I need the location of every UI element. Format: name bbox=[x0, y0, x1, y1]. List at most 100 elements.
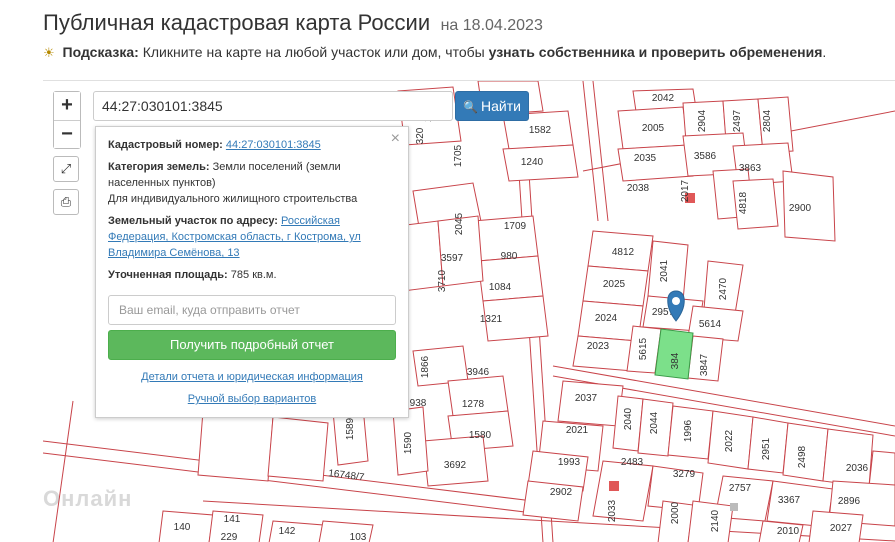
email-field[interactable] bbox=[108, 295, 396, 325]
parcel-number-label: 2025 bbox=[603, 279, 626, 290]
parcel-number-label: 2023 bbox=[587, 341, 610, 352]
parcel-number-label: 1590 bbox=[403, 431, 414, 454]
cadastral-search-input[interactable] bbox=[93, 91, 453, 121]
parcel-number-label: 2900 bbox=[789, 203, 812, 214]
parcel-number-label: 3946 bbox=[467, 367, 490, 378]
parcel-info-popup: × Кадастровый номер: 44:27:030101:3845 К… bbox=[95, 126, 409, 418]
parcel-number-label: 141 bbox=[224, 514, 241, 525]
parcel-number-label: 2010 bbox=[777, 526, 800, 537]
parcel-number-label: 938 bbox=[410, 398, 427, 409]
parcel-number-label: 2483 bbox=[621, 457, 644, 468]
hint-bold-text: узнать собственника и проверить обремене… bbox=[488, 44, 823, 60]
manual-selection-link[interactable]: Ручной выбор вариантов bbox=[188, 393, 316, 405]
parcel-number-label: 2902 bbox=[550, 487, 573, 498]
parcel-number-label: 1084 bbox=[489, 282, 512, 293]
parcel-number-label: 2140 bbox=[710, 509, 721, 532]
parcel-number-label: 1278 bbox=[462, 399, 485, 410]
building-marker bbox=[609, 481, 619, 491]
hint-label: Подсказка: bbox=[62, 44, 139, 60]
parcel-number-label: 3279 bbox=[673, 469, 696, 480]
road-label: 16748/7 bbox=[328, 468, 366, 483]
cadastral-number-link[interactable]: 44:27:030101:3845 bbox=[226, 139, 321, 151]
parcel[interactable] bbox=[268, 520, 324, 542]
parcel[interactable] bbox=[477, 255, 544, 302]
parcel[interactable] bbox=[267, 416, 329, 482]
close-icon[interactable]: × bbox=[391, 131, 400, 147]
parcel[interactable] bbox=[822, 428, 874, 488]
parcel-number-label: 1589 bbox=[345, 417, 356, 440]
parcel-number-label: 1709 bbox=[504, 221, 527, 232]
parcel-number-label: 2017 bbox=[680, 179, 691, 202]
parcel-number-label: 1993 bbox=[558, 457, 581, 468]
parcel-number-label: 3863 bbox=[739, 163, 762, 174]
printer-icon: ⎙ bbox=[60, 194, 72, 209]
area-label: Уточненная площадь: bbox=[108, 269, 228, 281]
report-details-link[interactable]: Детали отчета и юридическая информация bbox=[141, 371, 363, 383]
search-button-label: Найти bbox=[481, 98, 521, 114]
parcel-number-label: 2033 bbox=[607, 499, 618, 522]
details-link-row: Детали отчета и юридическая информация bbox=[108, 369, 396, 385]
expand-icon: ⤢ bbox=[60, 161, 72, 176]
cadastral-map[interactable]: 1659130032017051582124020422904249728042… bbox=[43, 80, 895, 542]
lightbulb-icon: ☀ bbox=[43, 45, 55, 60]
parcel[interactable] bbox=[447, 375, 509, 417]
search-button[interactable]: 🔍 Найти bbox=[455, 91, 529, 121]
parcel-number-label: 2041 bbox=[659, 259, 670, 282]
parcel-number-label: 2022 bbox=[724, 429, 735, 452]
zoom-controls: + − bbox=[53, 91, 81, 149]
parcel-number-label: 2024 bbox=[595, 313, 618, 324]
parcel-number-label: 2904 bbox=[697, 109, 708, 132]
parcel-number-label: 2035 bbox=[634, 153, 657, 164]
get-report-button[interactable]: Получить подробный отчет bbox=[108, 330, 396, 360]
parcel-number-label: 1582 bbox=[529, 125, 552, 136]
parcel-number-label: 4812 bbox=[612, 247, 635, 258]
fullscreen-button[interactable]: ⤢ bbox=[53, 156, 79, 182]
parcel-number-label: 103 bbox=[350, 532, 367, 542]
parcel-number-label: 980 bbox=[501, 251, 518, 262]
parcel-number-label: 2042 bbox=[652, 93, 675, 104]
hint-line: ☀ Подсказка: Кликните на карте на любой … bbox=[43, 44, 826, 61]
address-label: Земельный участок по адресу: bbox=[108, 215, 278, 227]
area-row: Уточненная площадь: 785 кв.м. bbox=[108, 267, 396, 283]
parcel-number-label: 1580 bbox=[469, 430, 492, 441]
parcel-number-label: 3692 bbox=[444, 460, 467, 471]
parcel-number-label: 4818 bbox=[738, 191, 749, 214]
parcel-number-label: 3847 bbox=[699, 353, 710, 376]
parcel-number-label: 5615 bbox=[638, 337, 649, 360]
building-marker bbox=[730, 503, 738, 511]
land-category-row: Категория земель: Земли поселений (земли… bbox=[108, 159, 396, 207]
parcel-number-label: 2037 bbox=[575, 393, 598, 404]
parcel-number-label: 1996 bbox=[683, 419, 694, 442]
parcel[interactable] bbox=[592, 460, 654, 522]
page-date: на 18.04.2023 bbox=[440, 17, 543, 34]
land-category-label: Категория земель: bbox=[108, 161, 210, 173]
parcel-number-label: 384 bbox=[670, 352, 681, 369]
parcel-number-label: 229 bbox=[221, 532, 238, 542]
address-row: Земельный участок по адресу: Российская … bbox=[108, 213, 396, 261]
parcel-number-label: 1866 bbox=[420, 355, 431, 378]
zoom-out-button[interactable]: − bbox=[54, 120, 80, 148]
parcel-number-label: 142 bbox=[279, 526, 296, 537]
parcel-number-label: 2896 bbox=[838, 496, 861, 507]
parcel-number-label: 3710 bbox=[437, 269, 448, 292]
parcel[interactable] bbox=[197, 410, 274, 482]
area-value: 785 кв.м. bbox=[230, 269, 277, 281]
parcel-number-label: 2000 bbox=[670, 501, 681, 524]
parcel-number-label: 2005 bbox=[642, 123, 665, 134]
parcel-number-label: 1321 bbox=[480, 314, 503, 325]
search-icon: 🔍 bbox=[463, 100, 478, 114]
parcel-number-label: 2036 bbox=[846, 463, 869, 474]
road-line bbox=[52, 400, 74, 542]
parcel-number-label: 3367 bbox=[778, 495, 801, 506]
zoom-in-button[interactable]: + bbox=[54, 92, 80, 120]
parcel-number-label: 320 bbox=[415, 127, 426, 144]
hint-end: . bbox=[822, 44, 827, 60]
watermark: Онлайн bbox=[43, 486, 133, 511]
cadastral-number-label: Кадастровый номер: bbox=[108, 139, 223, 151]
parcel-number-label: 140 bbox=[174, 522, 191, 533]
parcel-number-label: 3586 bbox=[694, 151, 717, 162]
parcel-number-label: 1705 bbox=[453, 144, 464, 167]
land-usage-value: Для индивидуального жилищного строительс… bbox=[108, 193, 358, 205]
print-button[interactable]: ⎙ bbox=[53, 189, 79, 215]
manual-link-row: Ручной выбор вариантов bbox=[108, 391, 396, 407]
